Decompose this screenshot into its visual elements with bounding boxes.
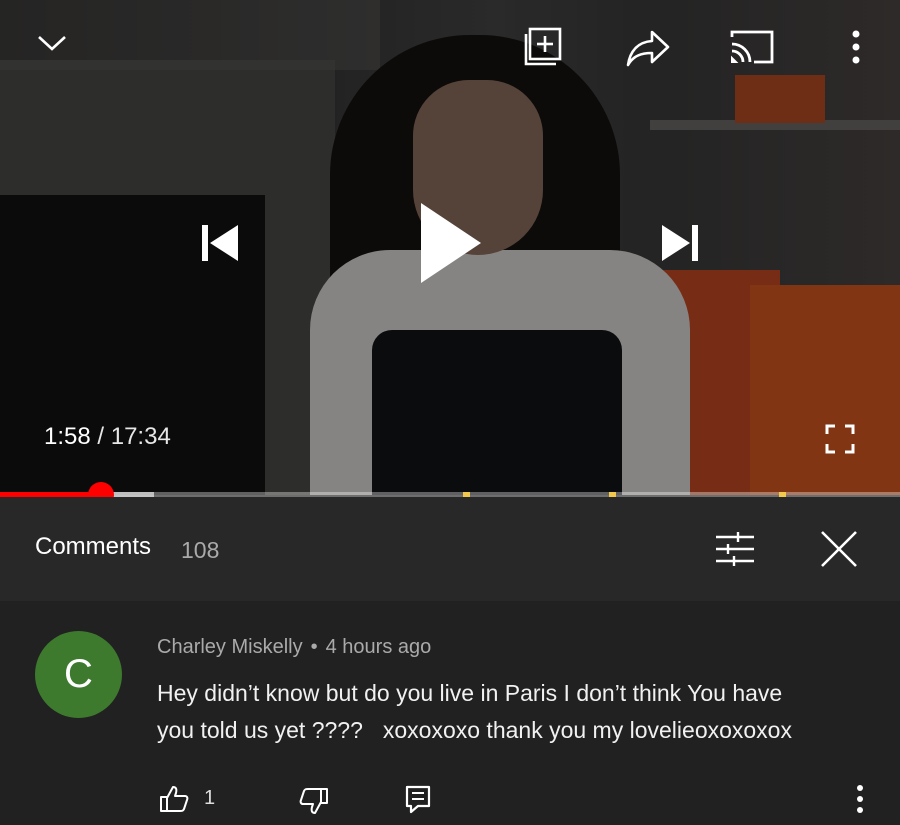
comment-text-line: xoxoxoxo thank you my lovelieoxoxoxox	[382, 717, 792, 743]
comment-meta: Charley Miskelly • 4 hours ago	[157, 636, 431, 659]
time-display: 1:58 / 17:34	[44, 423, 171, 451]
avatar[interactable]: C	[35, 631, 122, 718]
comment-text: Hey didn’t know but do you live in Paris…	[157, 675, 877, 749]
meta-separator: •	[310, 636, 318, 658]
skip-previous-icon[interactable]	[192, 216, 248, 270]
fullscreen-icon[interactable]	[818, 418, 862, 460]
comment-text-line: you told us yet ????	[157, 717, 363, 743]
comment-item: C Charley Miskelly • 4 hours ago Hey didn’…	[0, 601, 900, 825]
play-icon[interactable]	[410, 196, 490, 290]
chevron-down-icon[interactable]	[30, 25, 74, 61]
thumbs-down-icon[interactable]	[296, 783, 332, 819]
reply-icon[interactable]	[400, 781, 436, 817]
video-player[interactable]: 1:58 / 17:34	[0, 0, 900, 495]
comment-author[interactable]: Charley Miskelly	[157, 636, 303, 658]
comment-text-line: Hey didn’t know but do you live in Paris…	[157, 680, 783, 706]
comment-actions: 1	[0, 779, 900, 819]
share-icon[interactable]	[624, 27, 672, 69]
time-separator: /	[97, 423, 105, 450]
comments-header: Comments 108	[0, 497, 900, 601]
cast-icon[interactable]	[726, 26, 778, 68]
add-to-playlist-icon[interactable]	[520, 25, 566, 69]
close-icon[interactable]	[816, 527, 862, 571]
comments-title: Comments	[35, 533, 152, 560]
like-count: 1	[204, 787, 216, 809]
sort-filter-icon[interactable]	[712, 527, 758, 571]
video-duration: 17:34	[110, 423, 171, 450]
more-vertical-icon[interactable]	[846, 781, 874, 817]
more-vertical-icon[interactable]	[840, 26, 872, 68]
comment-time: 4 hours ago	[325, 636, 432, 658]
thumbs-up-icon[interactable]	[156, 781, 192, 817]
comments-count: 108	[181, 537, 220, 563]
skip-next-icon[interactable]	[652, 216, 708, 270]
current-time: 1:58	[44, 423, 91, 450]
